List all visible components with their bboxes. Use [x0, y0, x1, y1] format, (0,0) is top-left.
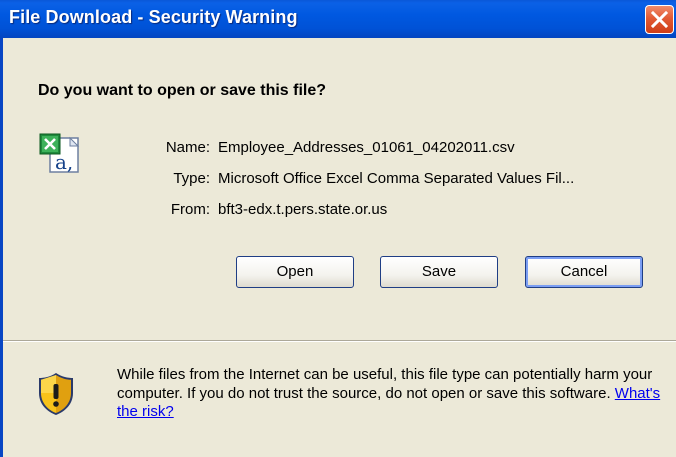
close-button[interactable] [645, 5, 674, 34]
separator [3, 340, 676, 342]
name-label: Name: [165, 139, 210, 156]
warning-text: While files from the Internet can be use… [117, 366, 653, 402]
dialog-question: Do you want to open or save this file? [38, 82, 327, 99]
file-type-value: Microsoft Office Excel Comma Separated V… [218, 170, 575, 187]
file-source-value: bft3-edx.t.pers.state.or.us [218, 201, 388, 218]
title-bar[interactable]: File Download - Security Warning [0, 0, 676, 38]
from-label: From: [170, 201, 210, 218]
close-icon [650, 10, 669, 29]
type-label: Type: [173, 170, 210, 187]
excel-csv-file-icon: a, [39, 133, 80, 174]
file-name-value: Employee_Addresses_01061_04202011.csv [218, 139, 515, 156]
security-warning-message: While files from the Internet can be use… [117, 366, 662, 422]
svg-text:a,: a, [55, 150, 73, 174]
window-title: File Download - Security Warning [9, 7, 298, 27]
cancel-button[interactable]: Cancel [525, 256, 643, 288]
save-button-label: Save [421, 263, 457, 280]
save-button[interactable]: Save [380, 256, 498, 288]
cancel-button-label: Cancel [560, 263, 608, 280]
window-frame-left [0, 38, 3, 457]
open-button-label: Open [276, 263, 314, 280]
open-button[interactable]: Open [236, 256, 354, 288]
security-shield-icon [39, 373, 73, 415]
